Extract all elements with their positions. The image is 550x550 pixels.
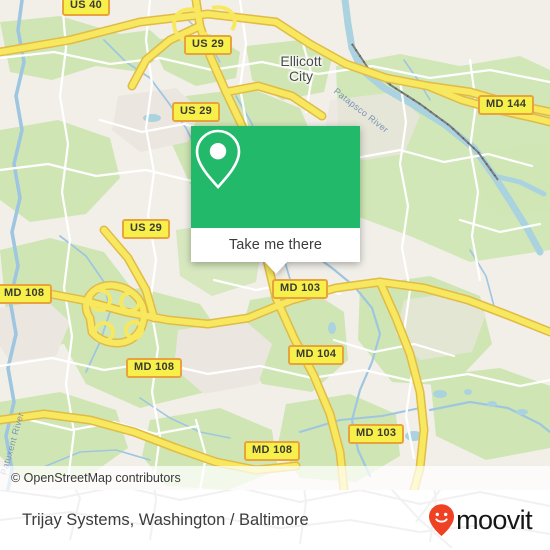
shield-us-40[interactable]: US 40 bbox=[62, 0, 111, 16]
popup-pointer bbox=[264, 262, 287, 274]
footer-bar: Trijay Systems, Washington / Baltimore m… bbox=[0, 490, 550, 550]
shield-us-29-top[interactable]: US 29 bbox=[184, 35, 233, 55]
footer-title: Trijay Systems, Washington / Baltimore bbox=[22, 510, 309, 529]
shield-md-103-lower[interactable]: MD 103 bbox=[348, 424, 405, 444]
screenshot-root: Ellicott City Patapsco River Patuxent Ri… bbox=[0, 0, 550, 550]
shield-md-144[interactable]: MD 144 bbox=[478, 95, 535, 115]
moovit-brand[interactable]: moovit bbox=[428, 503, 533, 537]
popup-green-header bbox=[191, 126, 360, 228]
osm-attribution-text: © OpenStreetMap contributors bbox=[11, 471, 181, 485]
shield-md-103-upper[interactable]: MD 103 bbox=[272, 279, 329, 299]
location-popup-card[interactable]: Take me there bbox=[191, 126, 360, 274]
moovit-smiley-pin-icon bbox=[428, 503, 455, 537]
location-pin-icon bbox=[191, 126, 360, 228]
shield-md-108-mid[interactable]: MD 108 bbox=[126, 358, 183, 378]
footer-content: Trijay Systems, Washington / Baltimore m… bbox=[0, 490, 550, 550]
map-canvas[interactable]: Ellicott City Patapsco River Patuxent Ri… bbox=[0, 0, 550, 490]
shield-md-104[interactable]: MD 104 bbox=[288, 345, 345, 365]
shield-md-108-left[interactable]: MD 108 bbox=[0, 284, 53, 304]
place-label-ellicott-city: Ellicott City bbox=[280, 53, 322, 84]
shield-us-29-mid[interactable]: US 29 bbox=[172, 102, 221, 122]
take-me-there-label: Take me there bbox=[228, 237, 323, 253]
moovit-wordmark: moovit bbox=[456, 504, 533, 535]
take-me-there-button[interactable]: Take me there bbox=[191, 228, 360, 262]
shield-us-29-left[interactable]: US 29 bbox=[122, 219, 171, 239]
shield-md-108-bottom[interactable]: MD 108 bbox=[244, 441, 301, 461]
map-attribution-bar: © OpenStreetMap contributors bbox=[0, 466, 550, 490]
